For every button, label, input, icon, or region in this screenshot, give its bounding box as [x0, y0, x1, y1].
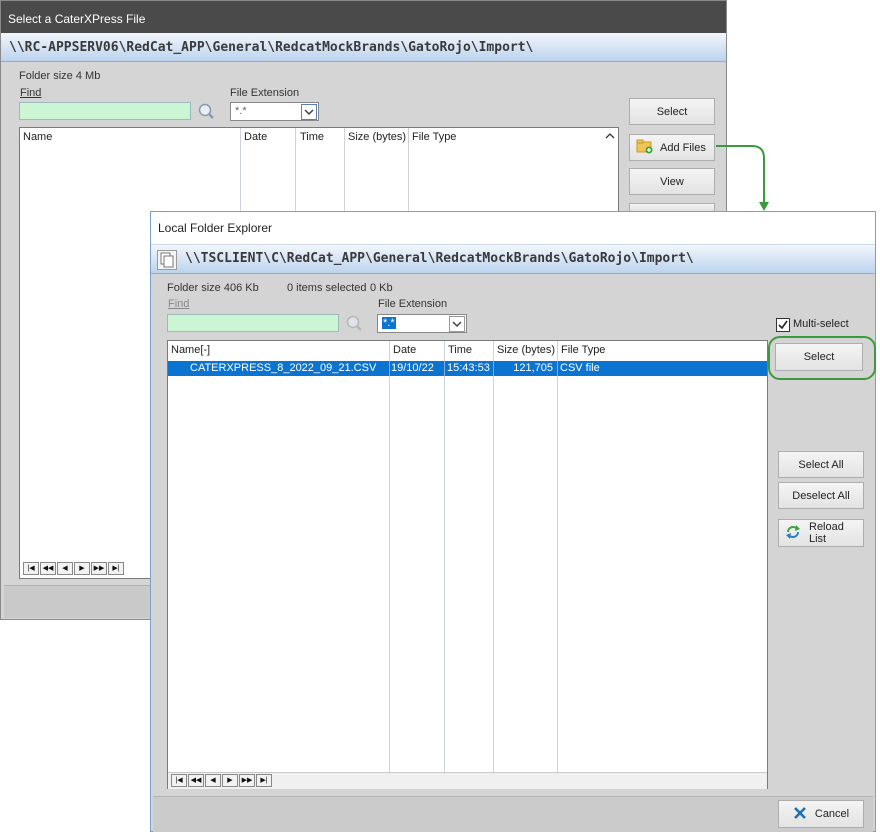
refresh-icon [785, 524, 801, 543]
cell-type: CSV file [560, 362, 600, 374]
column-header-name[interactable]: Name[-] [171, 344, 210, 356]
chevron-down-icon[interactable] [301, 104, 317, 120]
local-folder-explorer-window: Local Folder Explorer \\TSCLIENT\C\RedCa… [150, 211, 876, 832]
folder-path-bar: \\RC-APPSERV06\RedCat_APP\General\Redcat… [1, 33, 726, 62]
column-header-time[interactable]: Time [448, 344, 472, 356]
column-header-type[interactable]: File Type [412, 131, 456, 143]
search-icon[interactable] [344, 313, 364, 333]
column-header-name[interactable]: Name [23, 131, 52, 143]
grid-navigator: |◀ ◀◀ ◀ ▶ ▶▶ ▶| [171, 774, 272, 787]
connector-arrow [716, 145, 769, 211]
multi-select-checkbox[interactable] [776, 318, 790, 332]
document-icon[interactable] [157, 250, 177, 270]
file-extension-value: *.* [235, 105, 247, 117]
multi-select-label: Multi-select [793, 318, 849, 330]
find-input[interactable] [167, 314, 339, 332]
add-files-button[interactable]: Add Files [629, 134, 715, 161]
next-page-icon[interactable]: ▶▶ [91, 562, 107, 575]
deselect-all-button[interactable]: Deselect All [778, 482, 864, 509]
cell-time: 15:43:53 [447, 362, 490, 374]
column-divider [408, 128, 409, 218]
column-header-date[interactable]: Date [244, 131, 267, 143]
first-record-icon[interactable]: |◀ [171, 774, 187, 787]
column-header-size[interactable]: Size (bytes) [348, 131, 406, 143]
column-divider [389, 361, 390, 376]
column-divider [557, 341, 558, 772]
cancel-button[interactable]: Cancel [778, 800, 864, 828]
previous-page-icon[interactable]: ◀◀ [40, 562, 56, 575]
close-icon [793, 806, 807, 823]
next-record-icon[interactable]: ▶ [222, 774, 238, 787]
checkmark-icon [778, 320, 788, 330]
column-header-date[interactable]: Date [393, 344, 416, 356]
column-divider [295, 128, 296, 218]
previous-page-icon[interactable]: ◀◀ [188, 774, 204, 787]
cell-date: 19/10/22 [391, 362, 434, 374]
grid-footer: |◀ ◀◀ ◀ ▶ ▶▶ ▶| [168, 772, 767, 789]
find-label: Find [20, 87, 42, 99]
select-button[interactable]: Select [775, 343, 863, 371]
file-grid[interactable]: Name[-] Date Time Size (bytes) File Type… [167, 340, 768, 789]
view-button[interactable]: View [629, 168, 715, 195]
file-extension-label: File Extension [378, 298, 448, 310]
column-header-type[interactable]: File Type [561, 344, 605, 356]
find-input[interactable] [19, 102, 191, 120]
previous-record-icon[interactable]: ◀ [57, 562, 73, 575]
column-divider [240, 128, 241, 218]
status-bar [153, 796, 873, 832]
hidden-button [629, 203, 715, 211]
chevron-up-icon[interactable] [604, 130, 616, 145]
column-header-time[interactable]: Time [300, 131, 324, 143]
grid-navigator: |◀ ◀◀ ◀ ▶ ▶▶ ▶| [23, 562, 124, 575]
folder-path: \\TSCLIENT\C\RedCat_APP\General\RedcatMo… [185, 251, 694, 266]
items-selected-label: 0 items selected [287, 282, 367, 294]
add-files-label: Add Files [660, 141, 706, 154]
column-header-size[interactable]: Size (bytes) [497, 344, 555, 356]
column-divider [389, 341, 390, 772]
next-page-icon[interactable]: ▶▶ [239, 774, 255, 787]
find-label: Find [168, 298, 190, 310]
file-extension-select[interactable]: *.* [377, 314, 467, 333]
column-divider [493, 361, 494, 376]
next-record-icon[interactable]: ▶ [74, 562, 90, 575]
column-divider [493, 341, 494, 772]
chevron-down-icon[interactable] [449, 316, 465, 332]
folder-size-label: Folder size 4 Mb [19, 70, 101, 82]
selected-size-label: 0 Kb [370, 282, 393, 294]
file-extension-select[interactable]: *.* [230, 102, 319, 121]
search-icon[interactable] [196, 101, 216, 121]
folder-path-bar: \\TSCLIENT\C\RedCat_APP\General\RedcatMo… [151, 244, 875, 274]
add-folder-icon [636, 139, 654, 157]
window-title: Select a CaterXPress File [1, 1, 726, 33]
column-divider [444, 361, 445, 376]
column-divider [344, 128, 345, 218]
cancel-label: Cancel [814, 808, 850, 820]
first-record-icon[interactable]: |◀ [23, 562, 39, 575]
reload-list-label: Reload List [809, 521, 844, 545]
folder-size-label: Folder size 406 Kb [167, 282, 259, 294]
file-extension-value: *.* [382, 317, 396, 329]
cell-size: 121,705 [513, 362, 553, 374]
column-divider [444, 341, 445, 772]
file-extension-label: File Extension [230, 87, 300, 99]
cell-name: CATERXPRESS_8_2022_09_21.CSV [190, 362, 377, 374]
table-row[interactable]: CATERXPRESS_8_2022_09_21.CSV 19/10/22 15… [168, 361, 767, 376]
select-all-button[interactable]: Select All [778, 451, 864, 478]
previous-record-icon[interactable]: ◀ [205, 774, 221, 787]
last-record-icon[interactable]: ▶| [256, 774, 272, 787]
last-record-icon[interactable]: ▶| [108, 562, 124, 575]
window-title: Local Folder Explorer [151, 212, 875, 244]
select-button[interactable]: Select [629, 98, 715, 125]
column-divider [557, 361, 558, 376]
reload-list-button[interactable]: Reload List [778, 519, 864, 547]
